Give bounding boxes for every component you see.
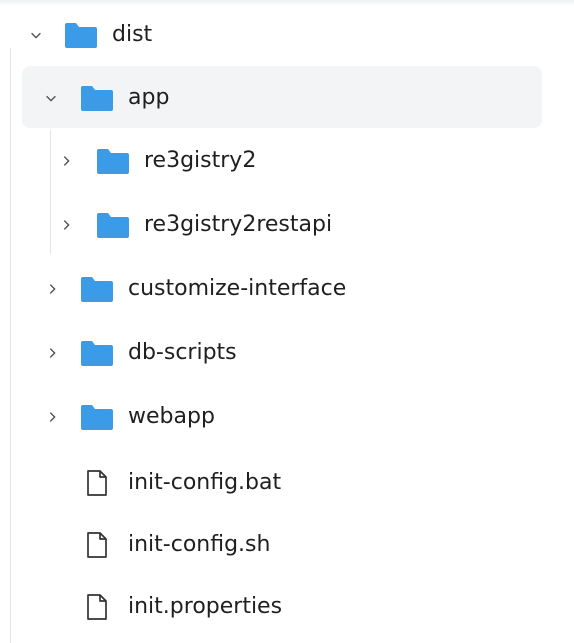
folder-icon: [97, 149, 129, 174]
tree-item-init-config-sh[interactable]: init-config.sh: [0, 516, 574, 578]
tree-item-app[interactable]: app: [22, 66, 542, 128]
tree-item-label: init.properties: [128, 594, 283, 619]
tree-item-label: re3gistry2: [144, 148, 257, 173]
tree-item-label: init-config.sh: [128, 532, 271, 557]
folder-icon: [97, 213, 129, 238]
tree-item-re3gistry2[interactable]: re3gistry2: [0, 130, 574, 192]
folder-icon: [81, 405, 113, 430]
file-explorer-tree: dist app re3gistry2 re3gistry2restapi cu…: [0, 0, 574, 643]
file-icon: [87, 532, 107, 558]
tree-item-customize-interface[interactable]: customize-interface: [0, 258, 574, 320]
tree-item-label: init-config.bat: [128, 470, 282, 495]
folder-icon: [81, 341, 113, 366]
tree-item-init-properties[interactable]: init.properties: [0, 578, 574, 640]
chevron-down-icon[interactable]: [43, 90, 59, 106]
chevron-right-icon[interactable]: [44, 409, 60, 425]
tree-item-label: webapp: [128, 404, 215, 429]
tree-item-label: customize-interface: [128, 276, 347, 301]
folder-icon: [81, 277, 113, 302]
tree-item-db-scripts[interactable]: db-scripts: [0, 322, 574, 384]
tree-item-re3gistry2restapi[interactable]: re3gistry2restapi: [0, 194, 574, 256]
chevron-right-icon[interactable]: [44, 345, 60, 361]
tree-item-webapp[interactable]: webapp: [0, 386, 574, 448]
chevron-right-icon[interactable]: [58, 153, 74, 169]
tree-item-label: dist: [112, 22, 153, 47]
file-icon: [87, 470, 107, 496]
chevron-down-icon[interactable]: [28, 27, 44, 43]
folder-icon: [81, 86, 113, 111]
file-icon: [87, 594, 107, 620]
tree-item-label: re3gistry2restapi: [144, 212, 333, 237]
tree-item-init-config-bat[interactable]: init-config.bat: [0, 454, 574, 516]
chevron-right-icon[interactable]: [44, 281, 60, 297]
tree-item-dist[interactable]: dist: [0, 4, 574, 66]
tree-item-label: db-scripts: [128, 340, 237, 365]
chevron-right-icon[interactable]: [58, 217, 74, 233]
folder-icon: [65, 23, 97, 48]
tree-item-label: app: [128, 85, 170, 110]
